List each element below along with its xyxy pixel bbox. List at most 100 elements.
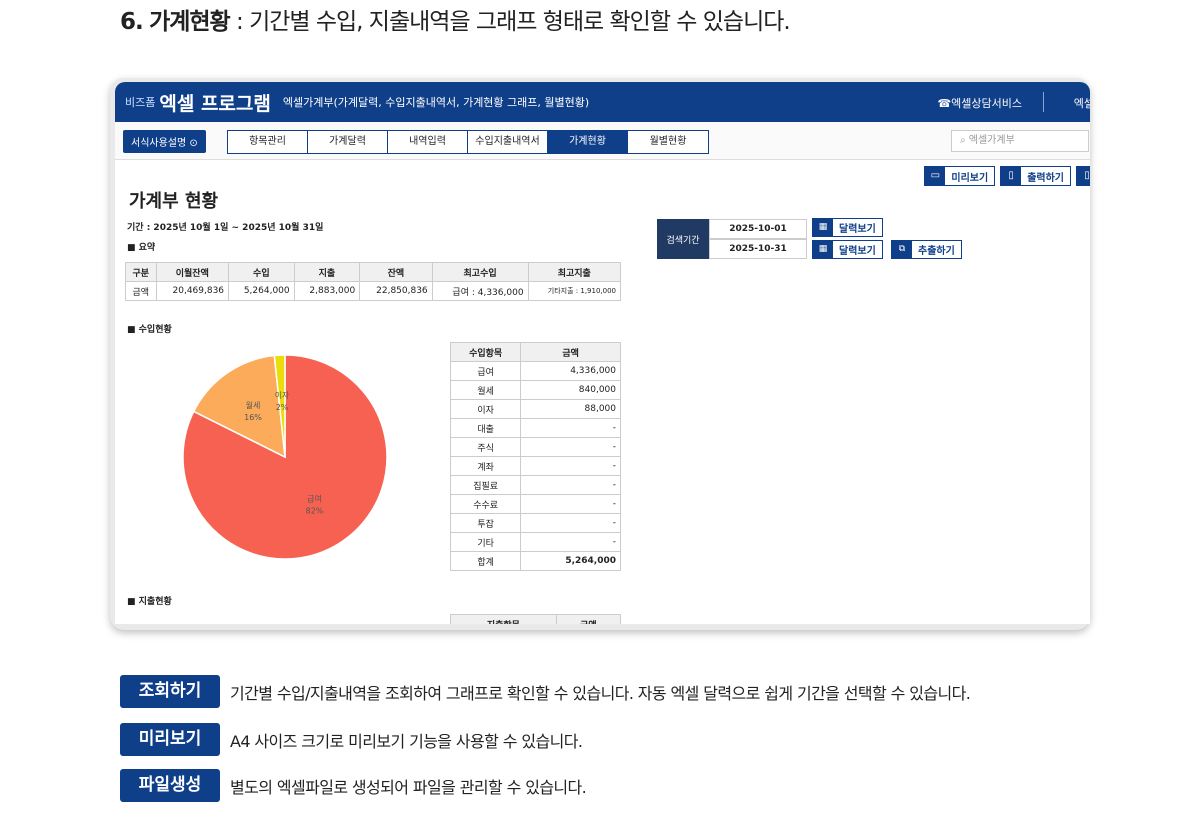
td: 5,264,000 bbox=[520, 551, 621, 571]
search-input[interactable]: ⌕ 엑셀가계부 bbox=[951, 130, 1089, 152]
preview-label: 미리보기 bbox=[951, 172, 989, 184]
feature-text: A4 사이즈 크기로 미리보기 기능을 사용할 수 있습니다. bbox=[230, 731, 583, 751]
th: 지출항목 bbox=[450, 614, 557, 624]
end-date-field[interactable]: 2025-10-31 bbox=[709, 239, 807, 259]
calendar-label: 달력보기 bbox=[839, 246, 876, 257]
divider bbox=[1043, 92, 1044, 112]
brand-title[interactable]: 엑셀 프로그램 bbox=[159, 89, 271, 116]
brand-logo-small: 비즈폼 bbox=[125, 96, 156, 109]
tab-item-manage[interactable]: 항목관리 bbox=[228, 131, 308, 153]
td: 22,850,836 bbox=[359, 281, 433, 301]
calendar-icon: ▦ bbox=[813, 241, 833, 258]
pie-label: 이자 bbox=[275, 390, 290, 400]
feature-row: 파일생성 별도의 엑셀파일로 생성되어 파일을 관리할 수 있습니다. bbox=[120, 769, 587, 802]
search-period-label: 검색기간 bbox=[657, 219, 709, 259]
consult-service-link[interactable]: ☎엑셀상담서비스 bbox=[937, 95, 1022, 111]
table-row: 수수료 - bbox=[449, 494, 621, 514]
table-row: 대출 - bbox=[449, 418, 621, 438]
tab-statement[interactable]: 수입지출내역서 bbox=[468, 131, 548, 153]
table-row: 이자 88,000 bbox=[449, 399, 621, 419]
usage-guide-button[interactable]: 서식사용설명 ⊙ bbox=[123, 130, 206, 153]
td: - bbox=[520, 418, 621, 438]
pie-percent-label: 82% bbox=[306, 507, 324, 516]
calendar-button-start[interactable]: ▦ 달력보기 bbox=[812, 218, 883, 237]
feature-badge: 파일생성 bbox=[120, 769, 220, 802]
td: 5,264,000 bbox=[228, 281, 295, 301]
th: 수입 bbox=[228, 262, 295, 282]
td: 투잡 bbox=[449, 513, 522, 533]
app-window: 비즈폼 엑셀 프로그램 엑셀가계부(가계달력, 수입지출내역서, 가계현황 그래… bbox=[115, 82, 1090, 624]
pie-percent-label: 16% bbox=[244, 413, 262, 422]
print-label: 출력하기 bbox=[1027, 172, 1064, 184]
table-row: 금액 20,469,836 5,264,000 2,883,000 22,850,836… bbox=[125, 281, 622, 301]
td: - bbox=[520, 475, 621, 495]
extra-button[interactable]: ▯ bbox=[1076, 166, 1090, 186]
td: 금액 bbox=[125, 281, 157, 301]
td: 이자 bbox=[449, 399, 522, 419]
expense-table: 지출항목금액 bbox=[450, 614, 622, 624]
print-button[interactable]: ▯ 출력하기 bbox=[1000, 166, 1071, 186]
pie-percent-label: 2% bbox=[276, 403, 289, 412]
td: 월세 bbox=[449, 380, 522, 400]
feature-badge: 미리보기 bbox=[120, 723, 220, 756]
table-row: 주식 - bbox=[449, 437, 621, 457]
table-row: 월세 840,000 bbox=[449, 380, 621, 400]
table-row: 집필료 - bbox=[449, 475, 621, 495]
tab-bar: 항목관리 가계달력 내역입력 수입지출내역서 가계현황 월별현황 bbox=[227, 130, 709, 154]
td: - bbox=[520, 456, 621, 476]
td: 2,883,000 bbox=[293, 281, 361, 301]
income-pie-chart: 급여 82% 월세 16% 이자 2% bbox=[182, 354, 388, 560]
income-table: 수입항목 금액 급여 4,336,000 월세 840,000 이자 88,000 대출 - 주식… bbox=[449, 342, 621, 571]
page-title: 가계부 현황 bbox=[129, 191, 219, 212]
file-icon: ▯ bbox=[1077, 167, 1090, 185]
search-icon: ⌕ bbox=[960, 135, 969, 146]
tab-calendar[interactable]: 가계달력 bbox=[308, 131, 388, 153]
screenshot-frame: 비즈폼 엑셀 프로그램 엑셀가계부(가계달력, 수입지출내역서, 가계현황 그래… bbox=[110, 78, 1090, 630]
td: 집필료 bbox=[449, 475, 522, 495]
search-period: 검색기간 2025-10-01 2025-10-31 bbox=[657, 219, 807, 259]
more-link[interactable]: 엑셀 bbox=[1074, 95, 1090, 111]
start-date-field[interactable]: 2025-10-01 bbox=[709, 219, 807, 239]
summary-label: ■ 요약 bbox=[127, 243, 156, 253]
nav-bar: 서식사용설명 ⊙ 항목관리 가계달력 내역입력 수입지출내역서 가계현황 월별현… bbox=[115, 122, 1090, 160]
total-row: 합계 5,264,000 bbox=[449, 551, 621, 571]
td: 합계 bbox=[449, 551, 522, 571]
extract-button[interactable]: ⧉ 추출하기 bbox=[891, 240, 962, 259]
tab-monthly[interactable]: 월별현황 bbox=[628, 131, 708, 153]
table-row: 기타 - bbox=[449, 532, 621, 552]
th: 금액 bbox=[520, 342, 621, 362]
document-icon: ▯ bbox=[1001, 167, 1022, 185]
td: 계좌 bbox=[449, 456, 522, 476]
td: 840,000 bbox=[520, 380, 621, 400]
th: 최고지출 bbox=[527, 262, 622, 282]
th: 이월잔액 bbox=[155, 262, 230, 282]
summary-table: 구분 이월잔액 수입 지출 잔액 최고수입 최고지출 금액 20,469,836 5,264,0… bbox=[125, 262, 622, 301]
feature-text: 기간별 수입/지출내역을 조회하여 그래프로 확인할 수 있습니다. 자동 엑셀… bbox=[230, 683, 971, 703]
td: 기타지출 : 1,910,000 bbox=[527, 281, 622, 301]
preview-button[interactable]: ▭ 미리보기 bbox=[924, 166, 996, 186]
td: - bbox=[520, 437, 621, 457]
table-row: 투잡 - bbox=[449, 513, 621, 533]
heading-desc: : 기간별 수입, 지출내역을 그래프 형태로 확인할 수 있습니다. bbox=[229, 9, 791, 35]
td: - bbox=[520, 532, 621, 552]
tab-status[interactable]: 가계현황 bbox=[548, 131, 628, 153]
table-row: 계좌 - bbox=[449, 456, 621, 476]
extract-label: 추출하기 bbox=[918, 246, 955, 257]
period-text: 기간 : 2025년 10월 1일 ~ 2025년 10월 31일 bbox=[127, 223, 324, 233]
tab-entry[interactable]: 내역입력 bbox=[388, 131, 468, 153]
td: 수수료 bbox=[449, 494, 522, 514]
td: 대출 bbox=[449, 418, 522, 438]
th: 구분 bbox=[125, 262, 157, 282]
td: 88,000 bbox=[520, 399, 621, 419]
th: 지출 bbox=[293, 262, 361, 282]
calendar-label: 달력보기 bbox=[839, 224, 876, 235]
toolbar: ▭ 미리보기 ▯ 출력하기 ▯ bbox=[924, 166, 1090, 186]
feature-badge: 조회하기 bbox=[120, 675, 220, 708]
app-subtitle: 엑셀가계부(가계달력, 수입지출내역서, 가계현황 그래프, 월별현황) bbox=[282, 96, 590, 109]
calendar-button-end[interactable]: ▦ 달력보기 bbox=[812, 240, 883, 259]
th: 금액 bbox=[555, 614, 622, 624]
td: - bbox=[520, 513, 621, 533]
td: 기타 bbox=[449, 532, 522, 552]
copy-icon: ⧉ bbox=[892, 241, 912, 258]
td: 주식 bbox=[449, 437, 522, 457]
